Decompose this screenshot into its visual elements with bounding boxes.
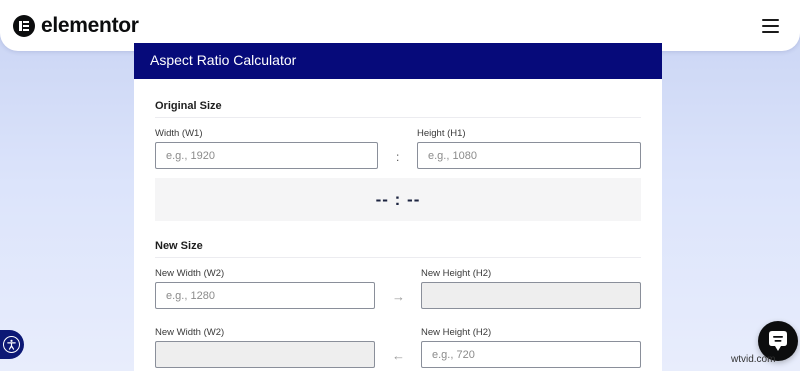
new-height-h2-label: New Height (H2) bbox=[421, 268, 492, 279]
brand-name: elementor bbox=[41, 14, 139, 37]
height-h1-label: Height (H1) bbox=[417, 128, 466, 139]
arrow-left-icon: ← bbox=[392, 348, 405, 363]
section-divider bbox=[155, 117, 641, 118]
original-size-heading: Original Size bbox=[155, 100, 222, 112]
watermark-text: wtvid.com bbox=[731, 354, 776, 365]
accessibility-button[interactable] bbox=[0, 330, 24, 359]
calculator-title: Aspect Ratio Calculator bbox=[150, 52, 297, 68]
new-height-h2-input[interactable] bbox=[421, 341, 641, 368]
ratio-separator: : bbox=[396, 150, 400, 164]
new-width-w2-label: New Width (W2) bbox=[155, 327, 225, 338]
new-size-heading: New Size bbox=[155, 240, 203, 252]
brand-logo[interactable]: elementor bbox=[13, 15, 139, 37]
ratio-result: -- : -- bbox=[375, 190, 421, 209]
new-width-w2-label: New Width (W2) bbox=[155, 268, 225, 279]
new-height-h2-output bbox=[421, 282, 641, 309]
ratio-result-box: -- : -- bbox=[155, 178, 641, 221]
accessibility-icon bbox=[2, 336, 20, 353]
new-height-h2-label: New Height (H2) bbox=[421, 327, 492, 338]
height-h1-input[interactable] bbox=[417, 142, 641, 169]
width-w1-label: Width (W1) bbox=[155, 128, 203, 139]
new-width-w2-input[interactable] bbox=[155, 282, 375, 309]
calculator-title-bar: Aspect Ratio Calculator bbox=[134, 43, 662, 79]
width-w1-input[interactable] bbox=[155, 142, 378, 169]
arrow-right-icon: → bbox=[392, 289, 405, 304]
section-divider bbox=[155, 257, 641, 258]
hamburger-menu-icon[interactable] bbox=[762, 19, 779, 33]
new-width-w2-output bbox=[155, 341, 375, 368]
aspect-ratio-calculator: Aspect Ratio Calculator Original Size Wi… bbox=[134, 43, 662, 371]
elementor-logo-icon bbox=[13, 15, 35, 37]
